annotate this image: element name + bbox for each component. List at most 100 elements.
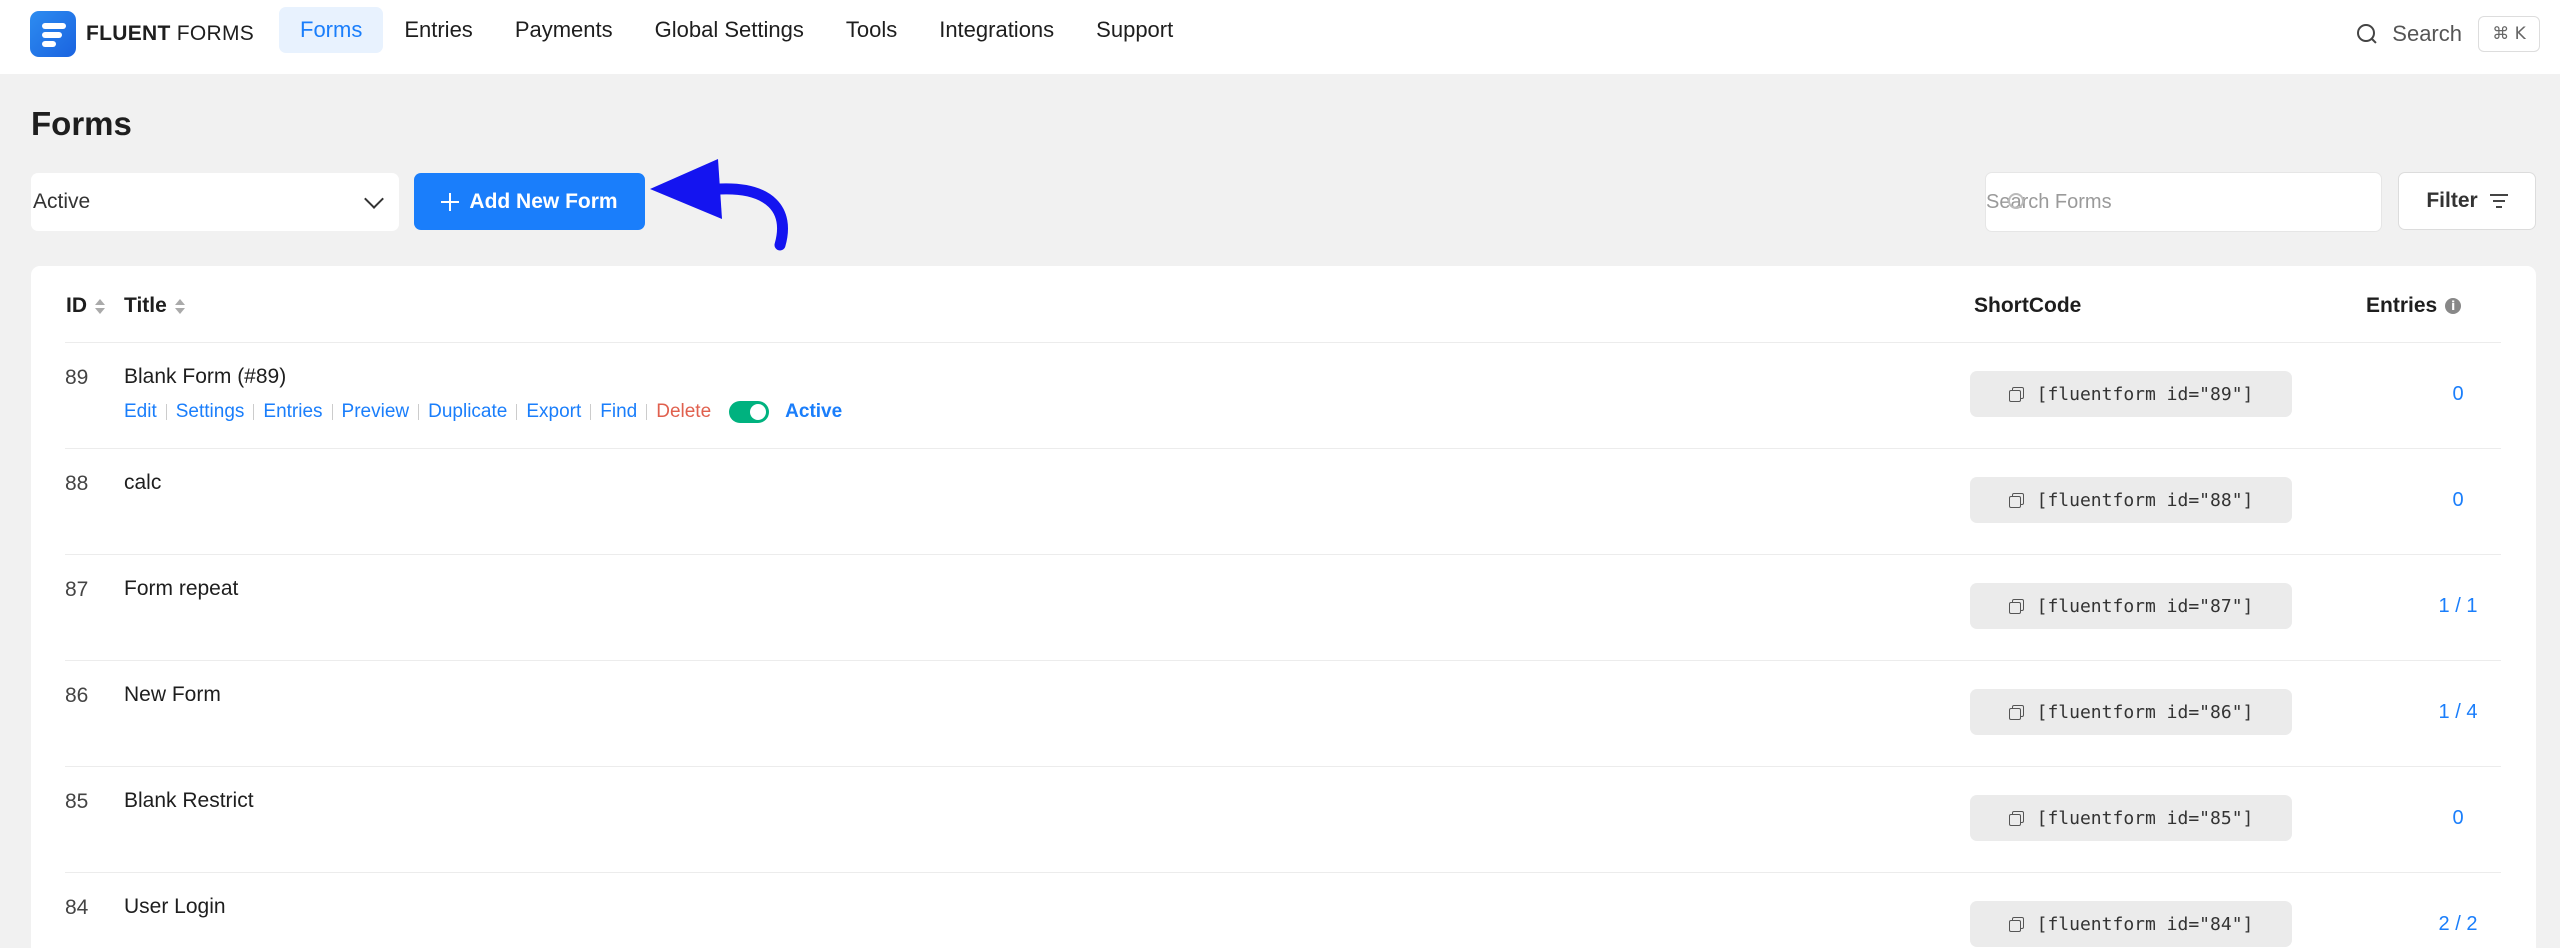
- nav-item-payments[interactable]: Payments: [494, 7, 634, 53]
- shortcode-text: [fluentform id="87"]: [2036, 595, 2254, 617]
- status-filter-value: Active: [33, 190, 91, 213]
- shortcode-text: [fluentform id="88"]: [2036, 489, 2254, 511]
- column-header-shortcode: ShortCode: [1974, 294, 2081, 318]
- nav-item-integrations[interactable]: Integrations: [918, 7, 1075, 53]
- divider: [165, 404, 167, 420]
- page-title: Forms: [31, 105, 132, 142]
- global-search-label: Search: [2392, 21, 2462, 46]
- form-title-link[interactable]: User Login: [124, 895, 226, 919]
- table-row: 86 New Form [fluentform id="86"] 1 / 4: [65, 660, 2501, 766]
- main-nav: Forms Entries Payments Global Settings T…: [279, 7, 1194, 53]
- table-row: 89 Blank Form (#89) Edit Settings Entrie…: [65, 342, 2501, 448]
- brand-name: FLUENT FORMS: [86, 22, 255, 45]
- shortcode-text: [fluentform id="85"]: [2036, 807, 2254, 829]
- column-header-entries: Entries i: [2366, 294, 2462, 318]
- action-entries[interactable]: Entries: [263, 401, 322, 423]
- sort-icon: [174, 297, 185, 315]
- search-icon: [2356, 23, 2378, 45]
- add-new-form-button[interactable]: Add New Form: [414, 173, 645, 230]
- shortcode-copy-button[interactable]: [fluentform id="88"]: [1970, 477, 2292, 523]
- shortcode-text: [fluentform id="84"]: [2036, 913, 2254, 935]
- info-icon[interactable]: i: [2445, 298, 2462, 314]
- copy-icon: [2008, 705, 2024, 720]
- shortcode-copy-button[interactable]: [fluentform id="85"]: [1970, 795, 2292, 841]
- action-delete[interactable]: Delete: [656, 401, 711, 423]
- brand-logo[interactable]: FLUENT FORMS: [30, 11, 254, 57]
- copy-icon: [2008, 811, 2024, 826]
- column-header-title-label: Title: [124, 294, 167, 317]
- action-settings[interactable]: Settings: [176, 401, 245, 423]
- table-header: ID Title ShortCode Entries i: [31, 266, 2536, 342]
- action-duplicate[interactable]: Duplicate: [428, 401, 507, 423]
- row-actions: Edit Settings Entries Preview Duplicate …: [124, 401, 842, 423]
- shortcode-copy-button[interactable]: [fluentform id="84"]: [1970, 901, 2292, 947]
- copy-icon: [2008, 387, 2024, 402]
- filter-button[interactable]: Filter: [2398, 172, 2536, 230]
- action-find[interactable]: Find: [600, 401, 637, 423]
- search-forms-input[interactable]: [1986, 173, 2381, 231]
- divider: [516, 404, 518, 420]
- entries-count-link[interactable]: 1 / 1: [2378, 595, 2538, 618]
- plus-icon: [441, 192, 460, 211]
- nav-item-entries[interactable]: Entries: [383, 7, 493, 53]
- top-navbar: FLUENT FORMS Forms Entries Payments Glob…: [0, 0, 2560, 74]
- form-status-toggle[interactable]: [729, 401, 770, 423]
- table-row: 84 User Login [fluentform id="84"] 2 / 2: [65, 872, 2501, 948]
- form-status-label: Active: [785, 401, 843, 422]
- shortcode-copy-button[interactable]: [fluentform id="87"]: [1970, 583, 2292, 629]
- copy-icon: [2008, 493, 2024, 508]
- table-row: 87 Form repeat [fluentform id="87"] 1 / …: [65, 554, 2501, 660]
- divider: [331, 404, 333, 420]
- nav-item-support[interactable]: Support: [1075, 7, 1194, 53]
- form-id: 85: [65, 790, 89, 813]
- entries-count-link[interactable]: 0: [2378, 383, 2538, 406]
- entries-count-link[interactable]: 1 / 4: [2378, 701, 2538, 724]
- entries-count-link[interactable]: 2 / 2: [2378, 913, 2538, 936]
- form-id: 86: [65, 684, 89, 707]
- action-preview[interactable]: Preview: [342, 401, 410, 423]
- sort-icon: [95, 297, 105, 315]
- shortcode-text: [fluentform id="89"]: [2036, 383, 2254, 405]
- column-header-title[interactable]: Title: [124, 294, 185, 318]
- nav-item-tools[interactable]: Tools: [825, 7, 918, 53]
- filter-label: Filter: [2426, 189, 2478, 212]
- entries-count-link[interactable]: 0: [2378, 489, 2538, 512]
- search-shortcut-badge: ⌘ K: [2478, 16, 2540, 52]
- fluent-forms-logo-icon: [30, 11, 76, 57]
- entries-count-link[interactable]: 0: [2378, 807, 2538, 830]
- divider: [418, 404, 420, 420]
- form-id: 89: [65, 366, 89, 389]
- annotation-arrow-icon: [650, 159, 788, 251]
- table-row: 85 Blank Restrict [fluentform id="85"] 0: [65, 766, 2501, 872]
- shortcode-copy-button[interactable]: [fluentform id="86"]: [1970, 689, 2292, 735]
- action-edit[interactable]: Edit: [124, 401, 157, 423]
- nav-item-forms[interactable]: Forms: [279, 7, 384, 53]
- search-forms-field[interactable]: [1985, 172, 2382, 232]
- form-title-link[interactable]: calc: [124, 471, 161, 495]
- column-header-id[interactable]: ID: [66, 294, 105, 318]
- table-row: 88 calc [fluentform id="88"] 0: [65, 448, 2501, 554]
- column-header-entries-label: Entries: [2366, 294, 2438, 317]
- column-header-id-label: ID: [66, 294, 87, 317]
- divider: [646, 404, 648, 420]
- chevron-down-icon: [364, 189, 384, 209]
- form-title-link[interactable]: Blank Restrict: [124, 789, 254, 813]
- add-new-form-label: Add New Form: [469, 189, 618, 213]
- column-header-shortcode-label: ShortCode: [1974, 294, 2082, 317]
- search-icon: [2008, 193, 2024, 209]
- divider: [590, 404, 592, 420]
- form-id: 88: [65, 472, 89, 495]
- form-id: 87: [65, 578, 89, 601]
- shortcode-text: [fluentform id="86"]: [2036, 701, 2254, 723]
- filter-icon: [2489, 194, 2508, 208]
- form-title-link[interactable]: New Form: [124, 683, 221, 707]
- status-filter-select[interactable]: Active: [31, 173, 399, 231]
- form-title-link[interactable]: Blank Form (#89): [124, 365, 286, 389]
- action-export[interactable]: Export: [526, 401, 581, 423]
- global-search-button[interactable]: Search ⌘ K: [2356, 14, 2540, 54]
- copy-icon: [2008, 599, 2024, 614]
- form-title-link[interactable]: Form repeat: [124, 577, 238, 601]
- shortcode-copy-button[interactable]: [fluentform id="89"]: [1970, 371, 2292, 417]
- copy-icon: [2008, 917, 2024, 932]
- nav-item-global-settings[interactable]: Global Settings: [634, 7, 825, 53]
